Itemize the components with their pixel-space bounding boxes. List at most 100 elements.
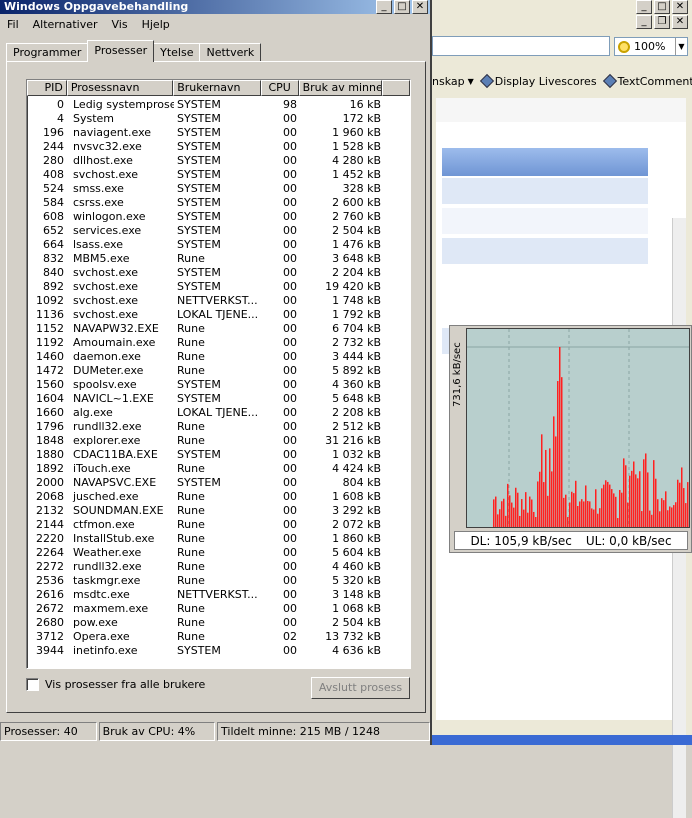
table-row[interactable]: 244 nvsvc32.exe SYSTEM 00 1 528 kB	[27, 140, 410, 154]
pid-cell: 1880	[36, 448, 64, 461]
name-cell: NAVAPSVC.EXE	[73, 476, 157, 489]
table-row[interactable]: 0 Ledig systemprosessSYSTEM 98 16 kB	[27, 98, 410, 112]
pid-cell: 1796	[36, 420, 64, 433]
table-row[interactable]: 2220 InstallStub.exe Rune 00 1 860 kB	[27, 532, 410, 546]
link-item[interactable]: Display Livescores	[479, 73, 597, 89]
table-row[interactable]: 408 svchost.exe SYSTEM 00 1 452 kB	[27, 168, 410, 182]
table-row[interactable]: 664 lsass.exe SYSTEM 00 1 476 kB	[27, 238, 410, 252]
table-row[interactable]: 2672 maxmem.exe Rune 00 1 068 kB	[27, 602, 410, 616]
table-row[interactable]: 280 dllhost.exe SYSTEM 00 4 280 kB	[27, 154, 410, 168]
table-row[interactable]: 1472 DUMeter.exe Rune 00 5 892 kB	[27, 364, 410, 378]
pid-cell: 608	[43, 210, 64, 223]
table-row[interactable]: 2680 pow.exe Rune 00 2 504 kB	[27, 616, 410, 630]
table-row[interactable]: 892 svchost.exe SYSTEM 00 19 420 kB	[27, 280, 410, 294]
table-row[interactable]: 1848 explorer.exe Rune 00 31 216 kB	[27, 434, 410, 448]
end-process-button[interactable]: Avslutt prosess	[311, 677, 410, 699]
table-row[interactable]: 2616 msdtc.exe NETTVERKST... 00 3 148 kB	[27, 588, 410, 602]
link-item[interactable]: nskap ▼	[432, 75, 474, 88]
menu-view[interactable]: Vis	[105, 16, 135, 34]
close-button[interactable]: ✕	[412, 0, 428, 14]
name-cell: taskmgr.exe	[73, 574, 141, 587]
memory-cell: 4 636 kB	[332, 644, 381, 657]
tab-networking[interactable]: Nettverk	[199, 43, 262, 62]
user-cell: Rune	[177, 462, 205, 475]
show-all-processes[interactable]: Vis prosesser fra alle brukere	[26, 678, 205, 691]
table-row[interactable]: 1192 Amoumain.exe Rune 00 2 732 kB	[27, 336, 410, 350]
link-item[interactable]: TextCommentary	[602, 73, 692, 89]
pid-cell: 840	[43, 266, 64, 279]
table-row[interactable]: 2272 rundll32.exe Rune 00 4 460 kB	[27, 560, 410, 574]
traffic-bar	[589, 501, 591, 527]
tab-processes[interactable]: Prosesser	[87, 40, 155, 62]
column-header-name[interactable]: Prosessnavn	[66, 80, 174, 96]
memory-cell: 6 704 kB	[332, 322, 381, 335]
table-row[interactable]: 652 services.exe SYSTEM 00 2 504 kB	[27, 224, 410, 238]
cpu-cell: 00	[283, 126, 297, 139]
table-row[interactable]: 196 naviagent.exe SYSTEM 00 1 960 kB	[27, 126, 410, 140]
column-header-memory[interactable]: Bruk av minne	[298, 80, 383, 96]
table-row[interactable]: 2536 taskmgr.exe Rune 00 5 320 kB	[27, 574, 410, 588]
table-row[interactable]: 524 smss.exe SYSTEM 00 328 kB	[27, 182, 410, 196]
tab-performance[interactable]: Ytelse	[153, 43, 201, 62]
traffic-bar	[493, 499, 495, 527]
table-row[interactable]: 1880 CDAC11BA.EXE SYSTEM 00 1 032 kB	[27, 448, 410, 462]
menu-options[interactable]: Alternativer	[26, 16, 105, 34]
user-cell: Rune	[177, 602, 205, 615]
cpu-cell: 00	[283, 280, 297, 293]
menu-file[interactable]: Fil	[0, 16, 26, 34]
table-row[interactable]: 2144 ctfmon.exe Rune 00 2 072 kB	[27, 518, 410, 532]
process-list[interactable]: PID Prosessnavn Brukernavn CPU Bruk av m…	[26, 79, 411, 669]
show-all-checkbox[interactable]	[26, 678, 39, 691]
table-row[interactable]: 4 System SYSTEM 00 172 kB	[27, 112, 410, 126]
table-row[interactable]: 1892 iTouch.exe Rune 00 4 424 kB	[27, 462, 410, 476]
maximize-button[interactable]: □	[654, 0, 670, 14]
table-row[interactable]: 3944 inetinfo.exe SYSTEM 00 4 636 kB	[27, 644, 410, 658]
mdi-close-button[interactable]: ✕	[672, 15, 688, 29]
table-row[interactable]: 2264 Weather.exe Rune 00 5 604 kB	[27, 546, 410, 560]
table-row[interactable]: 1092 svchost.exe NETTVERKST... 00 1 748 kB	[27, 294, 410, 308]
memory-cell: 1 960 kB	[332, 126, 381, 139]
cpu-cell: 00	[283, 532, 297, 545]
table-row[interactable]: 584 csrss.exe SYSTEM 00 2 600 kB	[27, 196, 410, 210]
table-row[interactable]: 608 winlogon.exe SYSTEM 00 2 760 kB	[27, 210, 410, 224]
tab-applications[interactable]: Programmer	[6, 43, 89, 62]
chevron-down-icon[interactable]: ▼	[675, 38, 687, 55]
mdi-restore-button[interactable]: ❐	[654, 15, 670, 29]
name-cell: Amoumain.exe	[73, 336, 156, 349]
table-row[interactable]: 1460 daemon.exe Rune 00 3 444 kB	[27, 350, 410, 364]
menu-bar: Fil Alternativer Vis Hjelp	[0, 16, 177, 34]
maximize-button[interactable]: □	[394, 0, 410, 14]
table-row[interactable]: 1560 spoolsv.exe SYSTEM 00 4 360 kB	[27, 378, 410, 392]
user-cell: SYSTEM	[177, 476, 221, 489]
traffic-bar	[521, 499, 523, 527]
table-row[interactable]: 1152 NAVAPW32.EXE Rune 00 6 704 kB	[27, 322, 410, 336]
zoom-value: 100%	[634, 40, 666, 53]
table-row[interactable]: 1796 rundll32.exe Rune 00 2 512 kB	[27, 420, 410, 434]
minimize-button[interactable]: _	[636, 0, 652, 14]
column-header-cpu[interactable]: CPU	[260, 80, 299, 96]
address-bar[interactable]	[432, 36, 610, 56]
table-row[interactable]: 2068 jusched.exe Rune 00 1 608 kB	[27, 490, 410, 504]
mdi-minimize-button[interactable]: _	[636, 15, 652, 29]
title-bar[interactable]: Windows Oppgavebehandling _ □ ✕	[0, 0, 430, 14]
traffic-bar	[677, 479, 679, 527]
column-header-pid[interactable]: PID	[27, 80, 67, 96]
menu-help[interactable]: Hjelp	[135, 16, 177, 34]
table-row[interactable]: 2000 NAVAPSVC.EXE SYSTEM 00 804 kB	[27, 476, 410, 490]
zoom-select[interactable]: 100% ▼	[614, 37, 688, 56]
table-row[interactable]: 1660 alg.exe LOKAL TJENE... 00 2 208 kB	[27, 406, 410, 420]
traffic-bar	[501, 501, 503, 527]
table-row[interactable]: 3712 Opera.exe Rune 02 13 732 kB	[27, 630, 410, 644]
table-row[interactable]: 832 MBM5.exe Rune 00 3 648 kB	[27, 252, 410, 266]
du-meter-window[interactable]: 731,6 kB/sec DL: 105,9 kB/sec UL: 0,0 kB…	[449, 325, 692, 553]
status-cpu-usage: Bruk av CPU: 4%	[98, 722, 216, 741]
memory-cell: 1 792 kB	[332, 308, 381, 321]
minimize-button[interactable]: _	[376, 0, 392, 14]
close-button[interactable]: ✕	[672, 0, 688, 14]
table-row[interactable]: 1136 svchost.exe LOKAL TJENE... 00 1 792 kB	[27, 308, 410, 322]
user-cell: SYSTEM	[177, 126, 221, 139]
column-header-user[interactable]: Brukernavn	[173, 80, 261, 96]
table-row[interactable]: 2132 SOUNDMAN.EXE Rune 00 3 292 kB	[27, 504, 410, 518]
table-row[interactable]: 840 svchost.exe SYSTEM 00 2 204 kB	[27, 266, 410, 280]
table-row[interactable]: 1604 NAVICL~1.EXE SYSTEM 00 5 648 kB	[27, 392, 410, 406]
